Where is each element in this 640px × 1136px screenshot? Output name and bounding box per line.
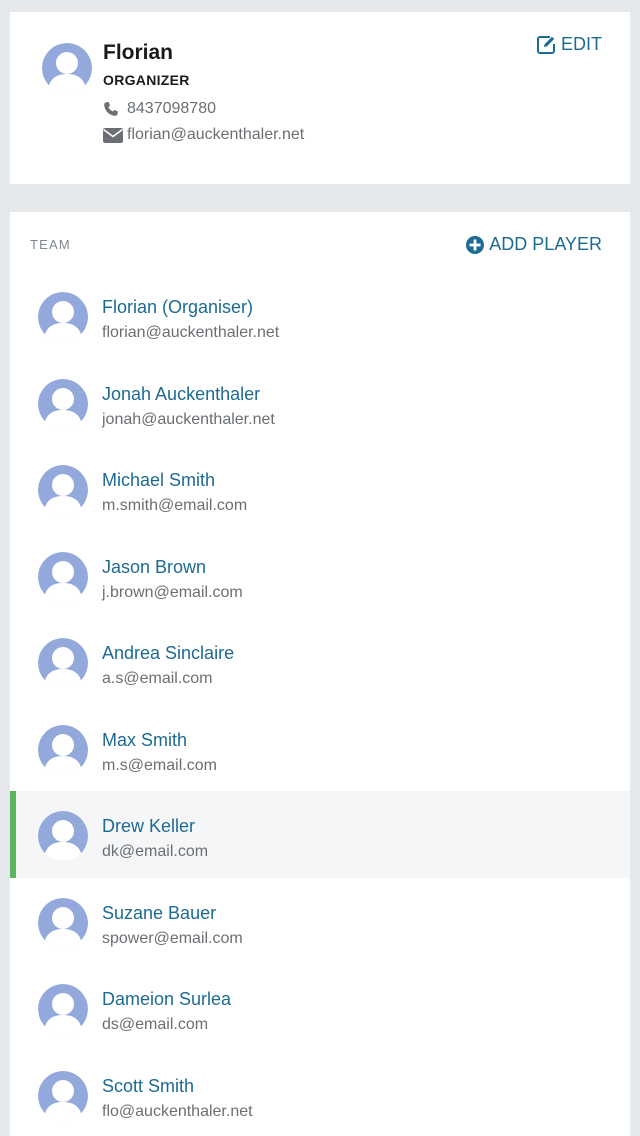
player-email: ds@email.com (102, 1016, 209, 1033)
player-name: Andrea Sinclaire (102, 643, 235, 663)
player-row[interactable]: Jonah Auckenthaler jonah@auckenthaler.ne… (10, 359, 630, 446)
player-avatar-icon (38, 638, 88, 688)
plus-circle-icon (465, 235, 485, 255)
profile-role: ORGANIZER (103, 72, 190, 88)
profile-email-text: florian@auckenthaler.net (127, 126, 305, 143)
player-email: dk@email.com (102, 843, 209, 860)
player-row[interactable]: Michael Smith m.smith@email.com (10, 445, 630, 532)
player-avatar-icon (38, 984, 88, 1034)
player-name: Max Smith (102, 729, 188, 750)
player-row[interactable]: Suzane Bauer spower@email.com (10, 878, 630, 965)
player-email: florian@auckenthaler.net (102, 324, 280, 341)
player-name: Scott Smith (102, 1075, 195, 1096)
player-row[interactable]: Florian (Organiser) florian@auckenthaler… (10, 272, 630, 359)
player-row[interactable]: Scott Smith flo@auckenthaler.net (10, 1051, 630, 1136)
player-row[interactable]: Andrea Sinclaire a.s@email.com (10, 618, 630, 705)
profile-phone: 8437098780 (103, 100, 216, 118)
edit-profile-button[interactable]: EDIT (536, 34, 602, 55)
player-row[interactable]: Max Smith m.s@email.com (10, 705, 630, 792)
player-email: j.brown@email.com (102, 583, 243, 601)
profile-avatar-icon (42, 43, 92, 93)
player-avatar-icon (38, 551, 88, 602)
player-avatar-icon (38, 378, 88, 429)
profile-phone-text: 8437098780 (127, 100, 216, 117)
phone-icon (103, 101, 123, 117)
player-email: flo@auckenthaler.net (102, 1102, 253, 1120)
player-avatar-icon (38, 897, 88, 948)
player-row[interactable]: Dameion Surlea ds@email.com (10, 964, 630, 1051)
team-section-label: TEAM (30, 237, 71, 252)
player-avatar-icon (38, 1070, 88, 1121)
player-email: jonah@auckenthaler.net (102, 410, 275, 428)
edit-icon (536, 35, 556, 55)
selected-indicator (10, 791, 16, 878)
player-email: spower@email.com (102, 929, 243, 947)
player-avatar-icon (38, 465, 88, 515)
edit-label: EDIT (560, 34, 602, 54)
player-name: Florian (Organiser) (102, 297, 254, 317)
player-row[interactable]: Jason Brown j.brown@email.com (10, 532, 630, 619)
profile-email: florian@auckenthaler.net (103, 126, 304, 144)
team-card: TEAM ADD PLAYER Florian (Organiser) flor… (10, 212, 630, 1136)
player-name: Jonah Auckenthaler (102, 383, 261, 404)
profile-name: Florian (103, 41, 174, 64)
player-row[interactable]: Drew Keller dk@email.com (10, 791, 630, 878)
player-name: Suzane Bauer (102, 902, 217, 923)
player-name: Dameion Surlea (102, 989, 232, 1009)
organizer-profile-card: Florian ORGANIZER 8437098780 florian@auc… (10, 12, 630, 184)
player-name: Michael Smith (102, 470, 216, 490)
player-email: m.smith@email.com (102, 497, 248, 514)
player-name: Jason Brown (102, 556, 207, 577)
player-avatar-icon (38, 724, 88, 775)
add-player-button[interactable]: ADD PLAYER (465, 234, 602, 255)
player-list: Florian (Organiser) florian@auckenthaler… (10, 272, 630, 1136)
player-email: m.s@email.com (102, 756, 217, 774)
envelope-icon (103, 127, 123, 143)
player-avatar-icon (38, 811, 88, 861)
add-player-label: ADD PLAYER (489, 234, 602, 254)
player-name: Drew Keller (102, 816, 196, 836)
player-email: a.s@email.com (102, 670, 213, 687)
player-avatar-icon (38, 292, 88, 342)
